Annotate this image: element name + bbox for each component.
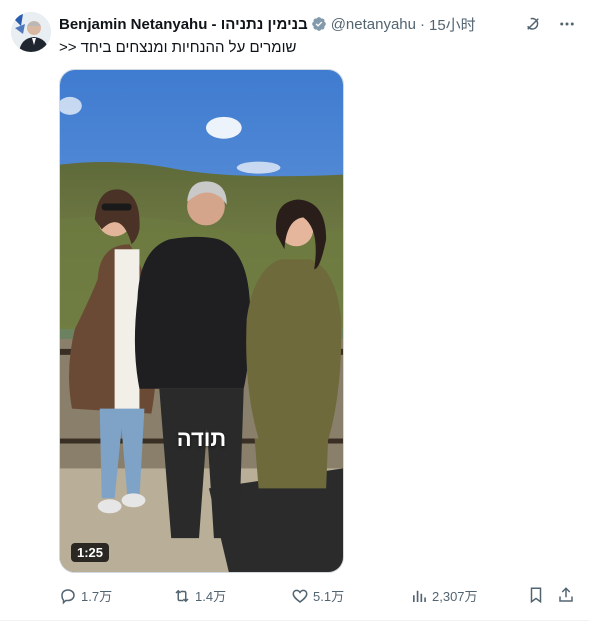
reply-count: 1.7万 <box>81 589 113 604</box>
reply-icon <box>61 588 75 605</box>
retweet-button[interactable]: 1.4万 <box>173 586 226 605</box>
tweet-text: שומרים על ההנחיות ומנצחים ביחד << <box>59 39 297 56</box>
tweet: Benjamin Netanyahu - בנימין נתניהו @neta… <box>0 0 589 621</box>
handle[interactable]: @netanyahu <box>331 16 416 33</box>
reply-button[interactable]: 1.7万 <box>59 586 112 605</box>
bookmark-button[interactable] <box>527 586 545 604</box>
video-overlay-caption: תודה <box>176 426 227 451</box>
header-actions <box>523 14 577 34</box>
tweet-header: Benjamin Netanyahu - בנימין נתניהו @neta… <box>59 14 577 34</box>
views-button[interactable]: 2,307万 <box>410 586 478 605</box>
verified-badge-icon <box>311 17 326 31</box>
like-count: 5.1万 <box>313 589 345 604</box>
avatar[interactable] <box>11 12 51 52</box>
like-button[interactable]: 5.1万 <box>291 586 344 605</box>
display-name[interactable]: Benjamin Netanyahu - בנימין נתניהו <box>59 16 308 33</box>
video-thumbnail <box>60 70 343 572</box>
grok-icon[interactable] <box>523 14 543 34</box>
separator-dot: · <box>420 15 425 33</box>
share-icon <box>559 587 573 602</box>
views-count: 2,307万 <box>432 589 478 604</box>
avatar-image <box>11 12 51 52</box>
like-icon <box>292 589 308 603</box>
more-icon[interactable] <box>557 14 577 34</box>
bookmark-icon <box>530 587 542 604</box>
retweet-count: 1.4万 <box>195 589 227 604</box>
timestamp[interactable]: 15小时 <box>429 14 476 35</box>
share-button[interactable] <box>557 586 575 604</box>
views-icon <box>413 590 426 602</box>
video-duration-badge: 1:25 <box>71 543 110 562</box>
video-player[interactable]: תודה 1:25 <box>59 69 344 573</box>
retweet-icon <box>175 589 189 602</box>
action-bar: 1.7万 1.4万 5.1万 2,307万 <box>59 586 577 610</box>
